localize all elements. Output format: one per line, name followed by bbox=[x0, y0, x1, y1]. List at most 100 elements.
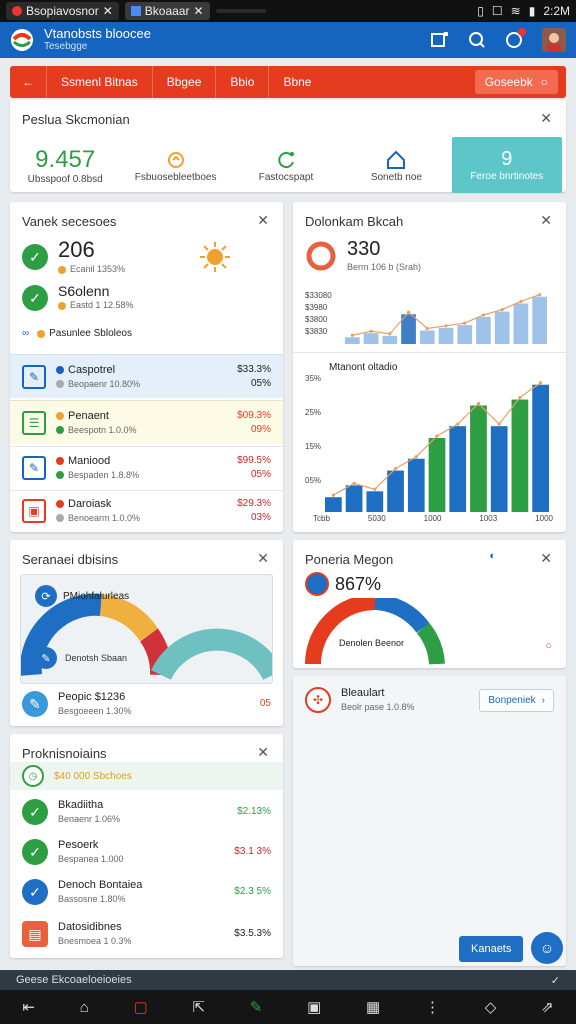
y-tick: $3800 bbox=[305, 315, 328, 324]
list-item[interactable]: ✎ Maniood Bespaden 1.8.8% $99.5% 05% bbox=[10, 446, 283, 488]
trend-point bbox=[425, 326, 429, 331]
vanek-top-metric: ✓ 206 Ecanil 1353% bbox=[10, 238, 283, 276]
y-tick: $33080 bbox=[305, 291, 332, 300]
calendar-icon[interactable]: ▦ bbox=[366, 998, 380, 1016]
trend-point bbox=[350, 333, 354, 337]
chat-fab-icon[interactable]: ☺ bbox=[531, 932, 563, 964]
browser-tab-2[interactable]: Bkoaaar ✕ bbox=[124, 2, 210, 20]
filter-button[interactable]: Goseebk ○ bbox=[474, 70, 558, 94]
chart-bar bbox=[511, 399, 529, 512]
check-icon: ✓ bbox=[22, 244, 48, 270]
close-icon[interactable]: ✕ bbox=[257, 744, 269, 761]
list-item[interactable]: ✎ Caspotrel Beopaenr 10.80% $33.3% 05% bbox=[10, 354, 283, 398]
kpi-2-label: Fsbuosebleetboes bbox=[134, 171, 217, 183]
more-icon[interactable]: ⋮ bbox=[425, 998, 440, 1016]
list-item-change: 05% bbox=[250, 377, 271, 389]
avatar[interactable] bbox=[542, 28, 566, 52]
toolbar-tab-4[interactable]: Bbne bbox=[268, 66, 325, 98]
list-item[interactable]: ✓ Denoch Bontaiea Bassosne 1.80% $2.3 5% bbox=[10, 878, 283, 906]
new-tab[interactable] bbox=[215, 9, 266, 13]
toolbar-tab-2[interactable]: Bbgee bbox=[151, 66, 216, 98]
link-icon: ⟳ bbox=[35, 585, 57, 607]
bleaulara-card: ✣ Bleaulart Beolr pase 1.0.8% Bonpeniek ›… bbox=[293, 676, 566, 966]
serianel-bottom-item[interactable]: ✎ Peopic $1236 Besgoeeen 1.30% 05 bbox=[10, 690, 283, 718]
big-bar-chart bbox=[325, 381, 549, 512]
bleaulara-button[interactable]: Bonpeniek › bbox=[479, 688, 554, 712]
list-item-sub: Beespotn 1.0.0% bbox=[68, 424, 137, 435]
close-icon[interactable]: ✕ bbox=[540, 110, 552, 127]
list-item[interactable]: ✓ Pesoerk Bespanea 1.000 $3.1 3% bbox=[10, 838, 283, 866]
list-item[interactable]: ▤ Datosidibnes Bnesmoea 1 0.3% $3.5.3% bbox=[10, 920, 283, 948]
signal-icon: ▮ bbox=[528, 4, 536, 18]
notifications-icon[interactable] bbox=[504, 28, 526, 50]
chart-bar bbox=[407, 458, 425, 512]
chevron-right-icon: › bbox=[541, 694, 545, 706]
browser-tab-1-label: Bsopiavosnor bbox=[26, 4, 99, 18]
kpi-4[interactable]: Sonetb noe bbox=[341, 137, 451, 193]
vanek-top-sub: Ecanil 1353% bbox=[70, 264, 126, 274]
big-chart-xlabels: Tcbb 5030 1000 1003 1000 bbox=[313, 514, 553, 523]
list-item[interactable]: ✓ Bkadiitha Benaenr 1.06% $2.13% bbox=[10, 798, 283, 826]
app-bar: Vtanobsts bloocee Tesebgge bbox=[0, 22, 576, 58]
close-icon[interactable]: ✕ bbox=[193, 4, 203, 18]
circle-icon[interactable]: ○ bbox=[545, 640, 552, 652]
close-icon[interactable]: ✕ bbox=[540, 550, 552, 567]
list-item-sub: Bespanea 1.000 bbox=[58, 854, 124, 864]
browser-tab-2-label: Bkoaaar bbox=[144, 4, 190, 18]
list-item[interactable]: ▣ Daroiask Benoearm 1.0.0% $29.3% 03% bbox=[10, 490, 283, 530]
app-logo-icon bbox=[11, 29, 33, 51]
close-icon[interactable]: ✕ bbox=[540, 212, 552, 229]
primary-action-button[interactable]: Kanaets bbox=[459, 936, 524, 962]
trend-point bbox=[388, 332, 392, 336]
browser-tab-1[interactable]: Bsopiavosnor ✕ bbox=[6, 2, 119, 20]
recent-apps-icon[interactable]: ▢ bbox=[134, 998, 148, 1016]
close-icon[interactable]: ✕ bbox=[257, 212, 269, 229]
edit-icon: ✎ bbox=[22, 691, 48, 717]
trend-point bbox=[444, 324, 448, 328]
external-link-icon[interactable]: ⇗ bbox=[541, 998, 554, 1016]
trend-point bbox=[331, 493, 335, 497]
trend-point bbox=[456, 422, 460, 426]
home-icon[interactable]: ⌂ bbox=[80, 999, 89, 1016]
info-icon[interactable]: ◐ bbox=[489, 550, 496, 562]
x-tick: 5030 bbox=[367, 514, 386, 523]
close-icon[interactable]: ✕ bbox=[103, 4, 113, 18]
trend-point bbox=[476, 401, 481, 406]
close-icon[interactable]: ✕ bbox=[257, 550, 269, 567]
kpi-3[interactable]: Fastocspapt bbox=[231, 137, 341, 193]
y-tick: 15% bbox=[305, 442, 322, 451]
window-icon[interactable]: ▣ bbox=[307, 998, 321, 1016]
toolbar-tab-1[interactable]: Ssmenl Bitnas bbox=[46, 66, 152, 98]
edit-icon[interactable]: ✎ bbox=[250, 998, 263, 1016]
back-icon[interactable]: ⇤ bbox=[22, 998, 35, 1016]
bottom-strip-label: Geese Ekcoaeloeioeies bbox=[16, 974, 132, 986]
app-icon bbox=[12, 6, 22, 16]
check-icon[interactable]: ✓ bbox=[551, 974, 560, 987]
big-chart-ylabels: 35% 25% 15% 05% bbox=[305, 362, 321, 498]
kpi-5[interactable]: 9 Feroe bnrtinotes bbox=[451, 137, 563, 193]
chart-bar bbox=[325, 497, 342, 512]
procrum-top-line: $40 000 Sbchoes bbox=[54, 770, 132, 782]
toolbar-tab-3[interactable]: Bbio bbox=[215, 66, 268, 98]
y-tick: $3830 bbox=[305, 327, 328, 336]
chart-bar bbox=[363, 333, 379, 344]
donut-panel: ⟳ PMiohfalurleas ✎ Denotsh Sbaan bbox=[20, 574, 273, 684]
kpi-total[interactable]: 9.457 Ubsspoof 0.8bsd bbox=[10, 137, 120, 193]
list-item[interactable]: ☰ Penaent Beespotn 1.0.0% $09.3% 09% bbox=[10, 400, 283, 444]
trend-point bbox=[369, 329, 373, 333]
trend-point bbox=[518, 395, 522, 400]
kpi-5-value: 9 bbox=[501, 148, 513, 170]
back-button[interactable]: ← bbox=[10, 66, 46, 98]
kpi-2[interactable]: Fsbuosebleetboes bbox=[120, 137, 230, 193]
dolonkan-title: Dolonkam Bkcah bbox=[305, 214, 404, 229]
sun-icon bbox=[200, 242, 230, 272]
system-nav-bar: ⇤ ⌂ ▢ ⇱ ✎ ▣ ▦ ⋮ ◇ ⇗ bbox=[0, 990, 576, 1024]
list-item-value: $2.13% bbox=[237, 806, 271, 817]
x-tick: 1000 bbox=[423, 514, 442, 523]
clock-icon: ◷ bbox=[22, 765, 44, 787]
share-icon[interactable]: ⇱ bbox=[192, 998, 205, 1016]
summary-card: Peslua Skcmonian ✕ 9.457 Ubsspoof 0.8bsd… bbox=[10, 100, 566, 193]
screen-cast-icon[interactable] bbox=[430, 31, 450, 49]
search-icon[interactable] bbox=[468, 31, 486, 49]
diamond-icon[interactable]: ◇ bbox=[485, 998, 497, 1016]
